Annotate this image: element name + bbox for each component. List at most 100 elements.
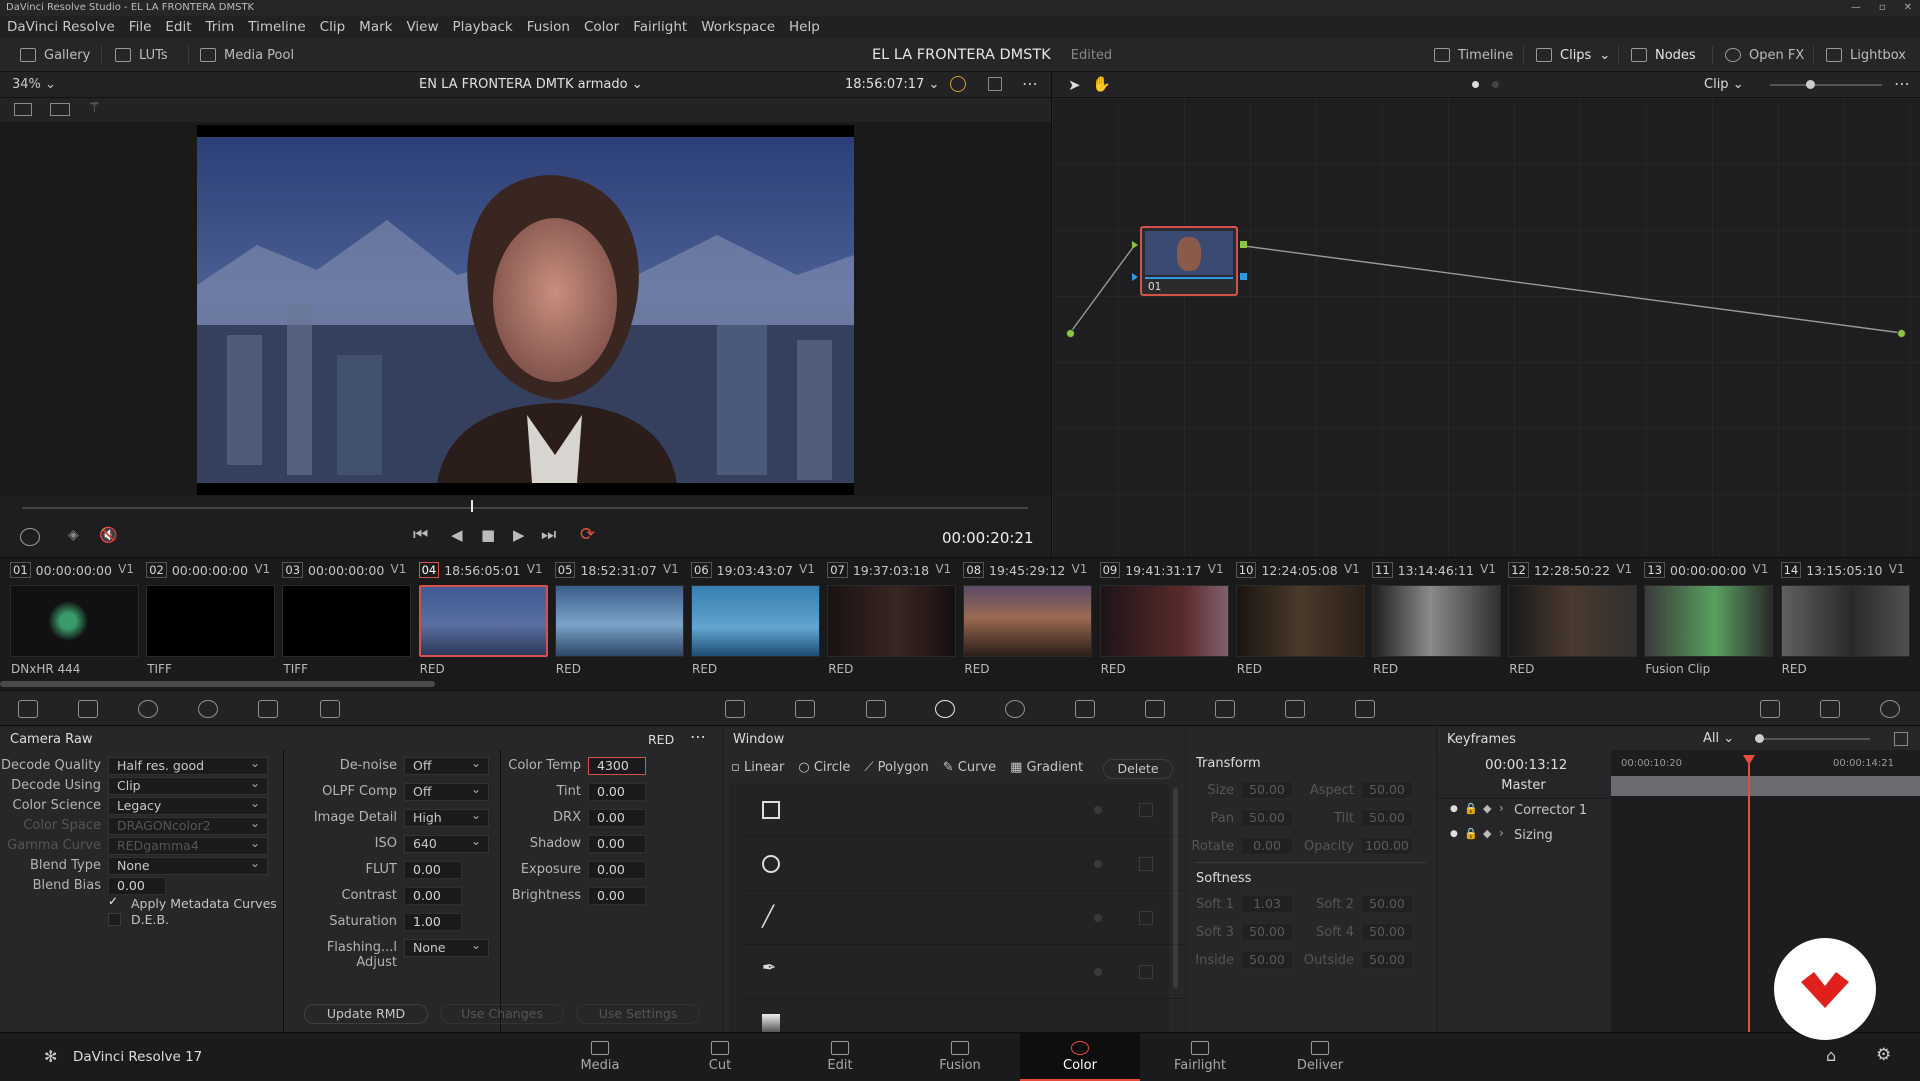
node-rgb-input-icon[interactable] bbox=[1132, 241, 1138, 249]
color-science-select[interactable]: Legacy bbox=[108, 796, 268, 815]
decode-quality-select[interactable]: Half res. good bbox=[108, 756, 268, 775]
clip-thumbnail-item[interactable]: 03 00:00:00:00 V1 TIFF bbox=[276, 558, 412, 690]
hdr-wheels-icon[interactable] bbox=[198, 700, 218, 718]
timeline-button[interactable]: Timeline bbox=[1434, 38, 1513, 72]
clip-thumbnail[interactable] bbox=[146, 585, 276, 657]
pointer-icon[interactable]: ➤ bbox=[1068, 76, 1081, 94]
clip-thumbnail[interactable] bbox=[1508, 585, 1638, 657]
clips-button[interactable]: Clips ⌄ bbox=[1536, 38, 1610, 72]
curves-icon[interactable] bbox=[725, 700, 745, 718]
exposure-field[interactable]: 0.00 bbox=[588, 861, 646, 879]
clip-thumbnail-item[interactable]: 14 13:15:05:10 V1 RED bbox=[1775, 558, 1911, 690]
node-key-input-icon[interactable] bbox=[1132, 273, 1138, 281]
track-sizing[interactable]: ● 🔒 ◆ › Sizing bbox=[1437, 825, 1610, 849]
tint-field[interactable]: 0.00 bbox=[588, 783, 646, 801]
node-rgb-output-icon[interactable] bbox=[1240, 241, 1247, 248]
denoise-select[interactable]: Off bbox=[404, 756, 489, 775]
rgb-mixer-icon[interactable] bbox=[258, 700, 278, 718]
page-cut[interactable]: Cut bbox=[660, 1033, 780, 1081]
play-reverse-icon[interactable]: ◀ bbox=[451, 526, 463, 544]
gradient-window-button[interactable]: ▦ Gradient bbox=[1010, 760, 1083, 775]
lock-icon[interactable]: 🔒 bbox=[1464, 802, 1478, 815]
zoom-slider[interactable] bbox=[1770, 84, 1882, 86]
image-detail-select[interactable]: High bbox=[404, 808, 489, 827]
deb-checkbox[interactable] bbox=[108, 913, 121, 926]
video-frame[interactable] bbox=[197, 125, 854, 495]
gallery-button[interactable]: Gallery bbox=[20, 38, 90, 72]
menu-item[interactable]: Trim bbox=[206, 19, 235, 35]
color-warper-icon[interactable] bbox=[795, 700, 815, 718]
menu-item[interactable]: Workspace bbox=[701, 19, 775, 35]
clip-thumbnail-item[interactable]: 13 00:00:00:00 V1 Fusion Clip bbox=[1638, 558, 1774, 690]
clip-thumbnail[interactable] bbox=[10, 585, 139, 657]
window-row-curve[interactable]: ✒ bbox=[744, 946, 1184, 999]
menu-item[interactable]: DaVinci Resolve bbox=[7, 19, 115, 35]
nodes-button[interactable]: Nodes bbox=[1631, 38, 1696, 72]
clips-scrollbar[interactable] bbox=[0, 681, 435, 687]
enable-dot-icon[interactable]: ● bbox=[1450, 829, 1458, 839]
output-icon[interactable] bbox=[1897, 329, 1906, 338]
info-icon[interactable] bbox=[1880, 700, 1900, 718]
motion-effects-icon[interactable] bbox=[320, 700, 340, 718]
clip-thumbnail-item[interactable]: 02 00:00:00:00 V1 TIFF bbox=[140, 558, 276, 690]
saturation-field[interactable]: 1.00 bbox=[404, 913, 462, 931]
color-temp-field[interactable]: 4300 bbox=[588, 757, 646, 775]
color-match-icon[interactable] bbox=[78, 700, 98, 718]
polygon-window-button[interactable]: ⟋ Polygon bbox=[864, 760, 928, 775]
lightbox-button[interactable]: Lightbox bbox=[1826, 38, 1906, 72]
window-status-dot[interactable] bbox=[1094, 860, 1102, 868]
window-row-polygon[interactable]: ╱ bbox=[744, 892, 1184, 945]
zoom-select[interactable]: 34% ⌄ bbox=[12, 77, 56, 92]
window-list-scrollbar[interactable] bbox=[1173, 788, 1178, 988]
timecode-select[interactable]: 18:56:07:17 ⌄ bbox=[845, 77, 939, 92]
viewer-scrubber[interactable] bbox=[0, 496, 1051, 520]
window-checkbox[interactable] bbox=[1139, 911, 1153, 925]
clip-thumbnail[interactable] bbox=[1780, 585, 1910, 657]
menu-item[interactable]: Fusion bbox=[527, 19, 570, 35]
keyframe-zoom-slider[interactable] bbox=[1760, 738, 1870, 740]
flut-field[interactable]: 0.00 bbox=[404, 861, 462, 879]
olpf-select[interactable]: Off bbox=[404, 782, 489, 801]
keyframe-playhead[interactable] bbox=[1748, 764, 1750, 1032]
window-status-dot[interactable] bbox=[1094, 914, 1102, 922]
page-fairlight[interactable]: Fairlight bbox=[1140, 1033, 1260, 1081]
keyframe-filter-select[interactable]: All ⌄ bbox=[1703, 731, 1734, 746]
page-dot-icon[interactable] bbox=[1472, 81, 1479, 88]
qualifier-icon[interactable] bbox=[866, 700, 886, 718]
openfx-button[interactable]: Open FX bbox=[1725, 38, 1804, 72]
iso-select[interactable]: 640 bbox=[404, 834, 489, 853]
window-row-circle[interactable] bbox=[744, 838, 1184, 891]
linear-window-button[interactable]: ▫ Linear bbox=[731, 760, 784, 775]
menu-item[interactable]: Color bbox=[584, 19, 619, 35]
unmix-icon[interactable] bbox=[950, 76, 966, 92]
drx-field[interactable]: 0.00 bbox=[588, 809, 646, 827]
page-dot-icon[interactable] bbox=[1492, 81, 1499, 88]
luts-button[interactable]: LUTs bbox=[115, 38, 168, 72]
window-status-dot[interactable] bbox=[1094, 806, 1102, 814]
clip-thumbnail[interactable] bbox=[1372, 585, 1501, 657]
window-row-linear[interactable] bbox=[744, 784, 1184, 837]
loop-icon[interactable]: ⟳ bbox=[580, 524, 595, 545]
blend-bias-field[interactable]: 0.00 bbox=[108, 877, 166, 895]
node-graph[interactable]: 01 bbox=[1052, 98, 1920, 556]
go-to-start-icon[interactable]: ⏮ bbox=[413, 525, 428, 545]
source-input-icon[interactable] bbox=[1066, 329, 1075, 338]
window-checkbox[interactable] bbox=[1139, 857, 1153, 871]
page-deliver[interactable]: Deliver bbox=[1260, 1033, 1380, 1081]
menu-item[interactable]: Playback bbox=[453, 19, 513, 35]
tracker-icon[interactable] bbox=[1005, 700, 1025, 718]
lock-icon[interactable]: 🔒 bbox=[1464, 827, 1478, 840]
clip-thumbnail[interactable] bbox=[282, 585, 412, 657]
maximize-icon[interactable]: ▫ bbox=[1879, 0, 1886, 16]
split-screen-icon[interactable] bbox=[50, 103, 70, 116]
hand-icon[interactable]: ✋ bbox=[1092, 75, 1111, 93]
clip-thumbnail[interactable] bbox=[827, 585, 957, 657]
blend-type-select[interactable]: None bbox=[108, 856, 268, 875]
clip-thumbnail[interactable] bbox=[418, 585, 548, 657]
corrector-node[interactable]: 01 bbox=[1140, 226, 1238, 296]
menu-item[interactable]: Fairlight bbox=[633, 19, 687, 35]
fullscreen-icon[interactable] bbox=[988, 77, 1002, 91]
more-options-icon[interactable]: ⋯ bbox=[690, 727, 706, 746]
clip-thumbnail-item[interactable]: 11 13:14:46:11 V1 RED bbox=[1366, 558, 1502, 690]
home-icon[interactable]: ⌂ bbox=[1826, 1046, 1836, 1065]
